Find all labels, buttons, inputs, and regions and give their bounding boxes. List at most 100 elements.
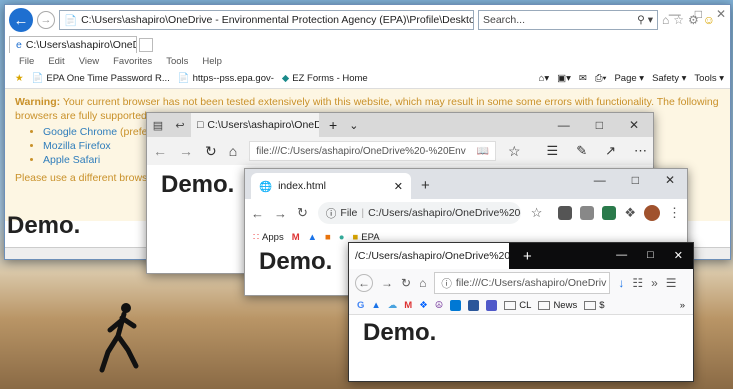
google-icon[interactable]: G [357,300,364,311]
menu-icon[interactable]: ☰ [666,276,677,290]
bookmark-folder-news[interactable]: News [538,300,577,311]
new-tab-button[interactable]: + [329,117,337,133]
reading-view-icon[interactable]: 📖 [477,146,489,157]
refresh-icon[interactable]: ↻ [401,276,411,290]
close-icon[interactable]: ✕ [629,118,639,132]
forward-arrow-icon[interactable]: → [274,206,287,221]
firefox-address-bar[interactable]: ⓘ file:///C:/Users/ashapiro/OneDriv ⋯ [434,272,611,294]
home-icon[interactable]: ⌂ [229,143,237,159]
ie-tab[interactable]: e C:\Users\ashapiro\OneDriv... [9,36,137,53]
bookmark-icon[interactable]: ● [339,232,345,243]
more-icon[interactable]: ⋮ [668,205,681,221]
firefox-tab[interactable]: /C:/Users/ashapiro/OneDrive%20-% ✕ [349,243,509,269]
back-arrow-icon[interactable]: ← [153,143,167,159]
bookmark-icon[interactable] [468,300,480,311]
safari-link[interactable]: Apple Safari [43,154,100,166]
close-icon[interactable]: ✕ [674,249,683,262]
drive-icon[interactable]: ▲ [308,232,317,243]
new-tab-button[interactable] [139,38,153,52]
favorites-hub-icon[interactable]: ☰ [547,143,559,159]
maximize-icon[interactable]: □ [647,249,654,262]
forward-arrow-icon[interactable]: → [381,276,393,290]
minimize-icon[interactable]: — [558,118,570,132]
minimize-icon[interactable]: — [669,7,681,21]
chevron-down-icon[interactable]: ⌄ [349,119,358,132]
drive-icon[interactable]: ▲ [371,300,380,311]
safety-menu[interactable]: Safety ▾ [652,73,686,84]
feeds-icon[interactable]: ▣▾ [557,73,571,84]
chevron-right-icon[interactable]: » [651,276,658,290]
maximize-icon[interactable]: □ [596,118,603,132]
refresh-icon[interactable]: ↻ [297,205,308,221]
menu-view[interactable]: View [79,56,99,67]
info-icon[interactable]: ⓘ [441,276,452,291]
back-arrow-icon[interactable]: ← [9,8,33,32]
favorites-star-icon[interactable]: ★ [15,73,24,84]
cloud-icon[interactable]: ☁ [388,300,398,311]
menu-file[interactable]: File [19,56,34,67]
close-tab-icon[interactable]: ✕ [394,180,403,193]
bookmark-star-icon[interactable]: ☆ [531,205,543,221]
bookmark-folder-cl[interactable]: CL [504,300,531,311]
chrome-omnibox[interactable]: ⓘ File | C:/Users/ashapiro/OneDrive%20-%… [317,202,521,224]
forward-arrow-icon[interactable]: → [179,143,193,159]
favorite-link[interactable]: ◆ EZ Forms - Home [282,73,368,84]
ie-address-bar[interactable]: 📄 C:\Users\ashapiro\OneDrive - Environme… [59,10,474,30]
peace-icon[interactable]: ☮ [435,300,444,311]
home-icon[interactable]: ⌂ [419,276,426,290]
chrome-tab[interactable]: 🌐 index.html ✕ [251,173,411,199]
forward-arrow-icon[interactable]: → [37,11,55,29]
teams-icon[interactable] [486,300,498,311]
favorite-star-icon[interactable]: ☆ [508,143,521,160]
library-icon[interactable]: ☷ [632,276,643,290]
bookmark-epa[interactable]: ■ EPA [353,232,380,243]
menu-help[interactable]: Help [202,56,222,67]
page-menu[interactable]: Page ▾ [614,73,644,84]
gmail-icon[interactable]: M [404,300,412,311]
edge-address-bar[interactable]: file:///C:/Users/ashapiro/OneDrive%20-%2… [249,141,496,161]
extension-icon[interactable] [602,206,617,220]
new-tab-button[interactable]: + [523,248,532,265]
download-icon[interactable]: ↓ [618,276,624,290]
share-icon[interactable]: ↗ [605,143,616,159]
tools-menu[interactable]: Tools ▾ [694,73,724,84]
maximize-icon[interactable]: □ [695,7,702,21]
chrome-link[interactable]: Google Chrome [43,126,117,138]
menu-edit[interactable]: Edit [48,56,64,67]
more-icon[interactable]: ⋯ [634,143,647,159]
minimize-icon[interactable]: — [594,173,606,187]
search-icon[interactable]: ⚲ ▾ [637,14,653,26]
outlook-icon[interactable] [450,300,462,311]
tab-list-icon[interactable]: ▤ [147,119,169,132]
favorite-link[interactable]: 📄 EPA One Time Password R... [32,73,170,84]
favorite-link[interactable]: 📄 https--pss.epa.gov- [178,73,274,84]
extension-icon[interactable] [580,206,595,220]
bookmark-folder-dollar[interactable]: $ [584,300,605,311]
pen-icon[interactable]: ✎ [576,143,587,159]
firefox-link[interactable]: Mozilla Firefox [43,140,111,152]
avatar[interactable] [644,205,660,221]
back-arrow-icon[interactable]: ← [355,274,373,292]
bookmark-apps[interactable]: ∷ Apps [253,232,284,243]
new-tab-button[interactable]: + [421,177,430,194]
menu-tools[interactable]: Tools [166,56,188,67]
puzzle-icon[interactable]: ❖ [624,205,636,221]
back-arrow-icon[interactable]: ← [251,206,264,221]
mail-icon[interactable]: ✉ [579,73,587,84]
edge-tab[interactable]: □ C:\Users\ashapiro\OneD ✕ [191,113,319,137]
gmail-icon[interactable]: M [292,232,300,243]
set-aside-tabs-icon[interactable]: ↩ [169,119,191,132]
info-icon[interactable]: ⓘ [326,206,337,221]
ie-search-box[interactable]: Search... ⚲ ▾ [478,10,658,30]
extension-icon[interactable] [558,206,573,220]
close-icon[interactable]: ✕ [665,173,675,187]
chevron-right-icon[interactable]: » [680,300,685,311]
bookmark-icon[interactable]: ■ [325,232,331,243]
print-icon[interactable]: ⎙▾ [595,73,607,84]
dropbox-icon[interactable]: ❖ [419,300,428,311]
maximize-icon[interactable]: □ [632,173,639,187]
close-icon[interactable]: ✕ [716,7,726,21]
home-icon[interactable]: ⌂▾ [539,73,550,84]
menu-favorites[interactable]: Favorites [113,56,152,67]
refresh-icon[interactable]: ↻ [205,143,217,160]
